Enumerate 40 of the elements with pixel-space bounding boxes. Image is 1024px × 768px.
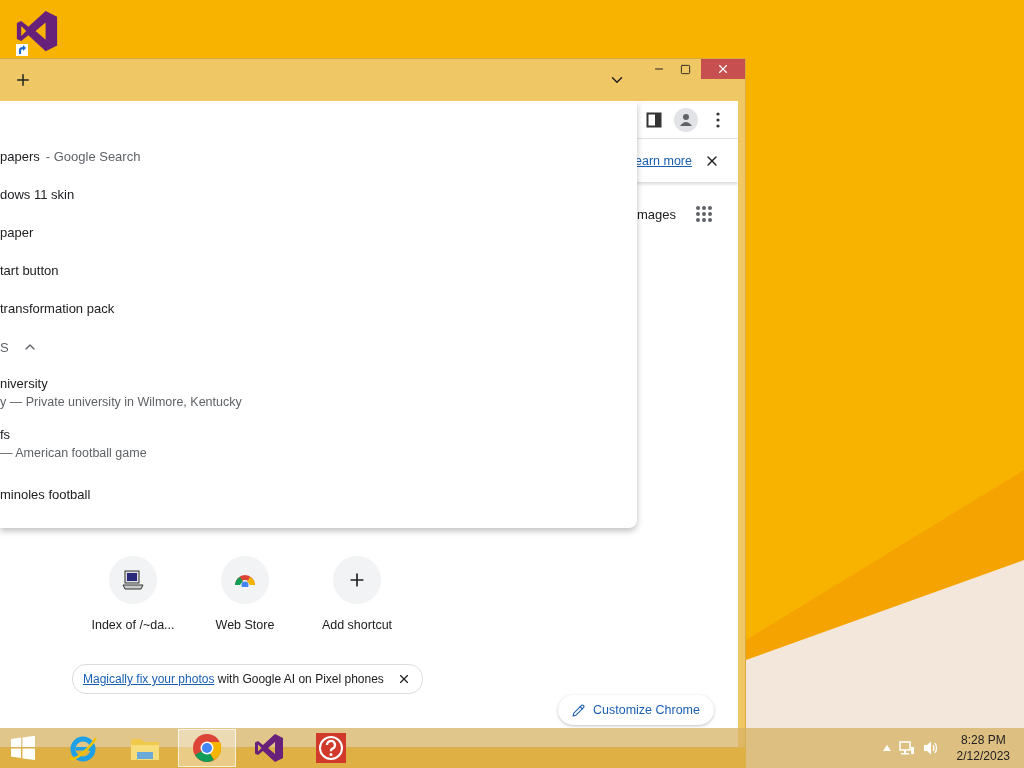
trending-description: y — Private university in Wilmore, Kentucky <box>0 395 243 409</box>
pencil-icon <box>572 703 585 717</box>
suggestion-item[interactable]: papers - Google Search <box>0 137 637 175</box>
trending-description: — American football game <box>0 446 148 460</box>
suggestion-item[interactable]: transformation pack <box>0 289 637 327</box>
web-store-icon <box>234 573 256 587</box>
visual-studio-icon <box>253 732 285 764</box>
trending-title[interactable]: niversity <box>0 376 637 391</box>
promo-text: Magically fix your photos with Google AI on Pixel phones <box>83 672 384 686</box>
windows-logo-icon <box>10 735 36 761</box>
more-vertical-icon <box>716 111 720 128</box>
apps-grid-icon <box>695 205 713 223</box>
images-link[interactable]: mages <box>636 206 676 222</box>
computer-icon <box>121 568 145 592</box>
taskbar-app-button[interactable] <box>178 729 236 767</box>
clock-date: 2/12/2023 <box>956 748 1010 764</box>
help-icon <box>316 733 346 763</box>
trending-title[interactable]: minoles football <box>0 487 637 502</box>
suggestion-item[interactable]: tart button <box>0 251 637 289</box>
customize-chrome-button[interactable]: Customize Chrome <box>558 695 714 725</box>
trending-header: S <box>0 339 9 355</box>
shortcut-tile-icon[interactable] <box>221 556 269 604</box>
shortcut-label[interactable]: Web Store <box>215 618 275 632</box>
plus-icon <box>14 71 32 89</box>
side-panel-icon <box>646 111 662 128</box>
shortcut-tile-icon[interactable] <box>333 556 381 604</box>
trending-title[interactable]: fs <box>0 427 637 442</box>
promo-link[interactable]: Magically fix your photos <box>83 672 215 686</box>
maximize-icon <box>679 63 691 75</box>
shortcut-label[interactable]: Add shortcut <box>321 618 393 632</box>
close-icon <box>716 62 730 76</box>
suggestion-item[interactable]: dows 11 skin <box>0 175 637 213</box>
profile-avatar[interactable] <box>674 107 698 132</box>
shortcut-label[interactable]: Index of /~da... <box>91 618 175 632</box>
chrome-icon <box>192 733 222 763</box>
clock[interactable]: 8:28 PM 2/12/2023 <box>956 732 1010 764</box>
suggestion-item[interactable]: paper <box>0 213 637 251</box>
person-icon <box>679 112 693 127</box>
shortcut-tile-icon[interactable] <box>109 556 157 604</box>
clock-time: 8:28 PM <box>960 732 1006 748</box>
